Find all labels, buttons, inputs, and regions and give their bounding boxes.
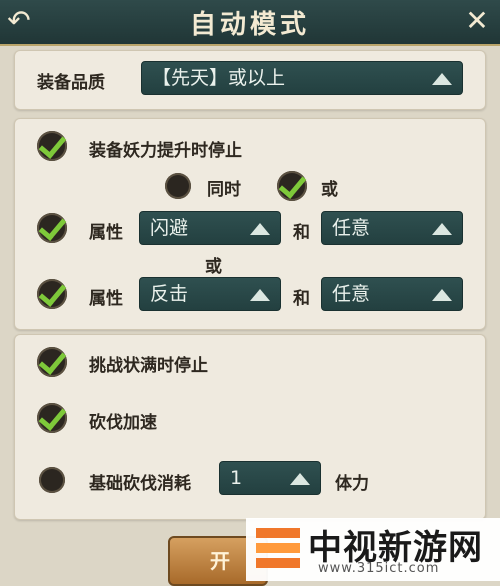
- other-settings-panel: 挑战状满时停止 砍伐加速 基础砍伐消耗 1 体力: [14, 334, 486, 520]
- attr1-value-1: 闪避: [150, 217, 189, 239]
- attr1-value-2: 任意: [332, 217, 371, 239]
- attr2-label: 属性: [89, 289, 123, 309]
- chevron-up-icon: [432, 289, 452, 301]
- page-title: 自动模式: [189, 10, 310, 40]
- close-icon[interactable]: ✕: [460, 4, 494, 38]
- chevron-up-icon: [432, 223, 452, 235]
- mode-or-checkbox[interactable]: [277, 171, 307, 201]
- monster-power-label: 装备妖力提升时停止: [89, 141, 242, 161]
- chevron-up-icon: [290, 473, 310, 485]
- chevron-up-icon: [432, 73, 452, 85]
- quality-dropdown[interactable]: 【先天】或以上: [141, 61, 463, 95]
- mode-same-radio[interactable]: [165, 173, 191, 199]
- attr2-join: 和: [293, 289, 310, 309]
- attr1-dropdown-1[interactable]: 闪避: [139, 211, 281, 245]
- attr1-join: 和: [293, 223, 310, 243]
- chop-speed-label: 砍伐加速: [89, 413, 157, 433]
- watermark-url: www.315ict.com: [318, 561, 440, 576]
- attr2-dropdown-2[interactable]: 任意: [321, 277, 463, 311]
- quality-panel: 装备品质 【先天】或以上: [14, 50, 486, 110]
- attr1-dropdown-2[interactable]: 任意: [321, 211, 463, 245]
- chop-cost-label: 基础砍伐消耗: [89, 474, 191, 494]
- attr1-label: 属性: [89, 223, 123, 243]
- chop-cost-radio[interactable]: [39, 467, 65, 493]
- mode-or-label: 或: [321, 180, 338, 200]
- title-bar: ↶ 自动模式 ✕: [0, 0, 500, 46]
- chop-cost-unit: 体力: [335, 474, 369, 494]
- chop-cost-value: 1: [230, 467, 243, 489]
- quality-value: 【先天】或以上: [152, 67, 286, 89]
- challenge-full-label: 挑战状满时停止: [89, 356, 208, 376]
- attr2-checkbox[interactable]: [37, 279, 67, 309]
- monster-power-checkbox[interactable]: [37, 131, 67, 161]
- chevron-up-icon: [250, 289, 270, 301]
- mode-same-label: 同时: [207, 180, 241, 200]
- attr1-checkbox[interactable]: [37, 213, 67, 243]
- site-logo-icon: [256, 524, 300, 572]
- chop-speed-checkbox[interactable]: [37, 403, 67, 433]
- stop-conditions-panel: 装备妖力提升时停止 同时 或 属性 闪避 和 任意 或 属性 反击 和 任意: [14, 118, 486, 330]
- chop-cost-stepper[interactable]: 1: [219, 461, 321, 495]
- challenge-full-checkbox[interactable]: [37, 347, 67, 377]
- chevron-up-icon: [250, 223, 270, 235]
- or-label: 或: [205, 257, 222, 277]
- attr2-value-1: 反击: [150, 283, 189, 305]
- attr2-dropdown-1[interactable]: 反击: [139, 277, 281, 311]
- attr2-value-2: 任意: [332, 283, 371, 305]
- quality-label: 装备品质: [37, 73, 105, 93]
- watermark: 中视新游网 www.315ict.com: [246, 518, 500, 581]
